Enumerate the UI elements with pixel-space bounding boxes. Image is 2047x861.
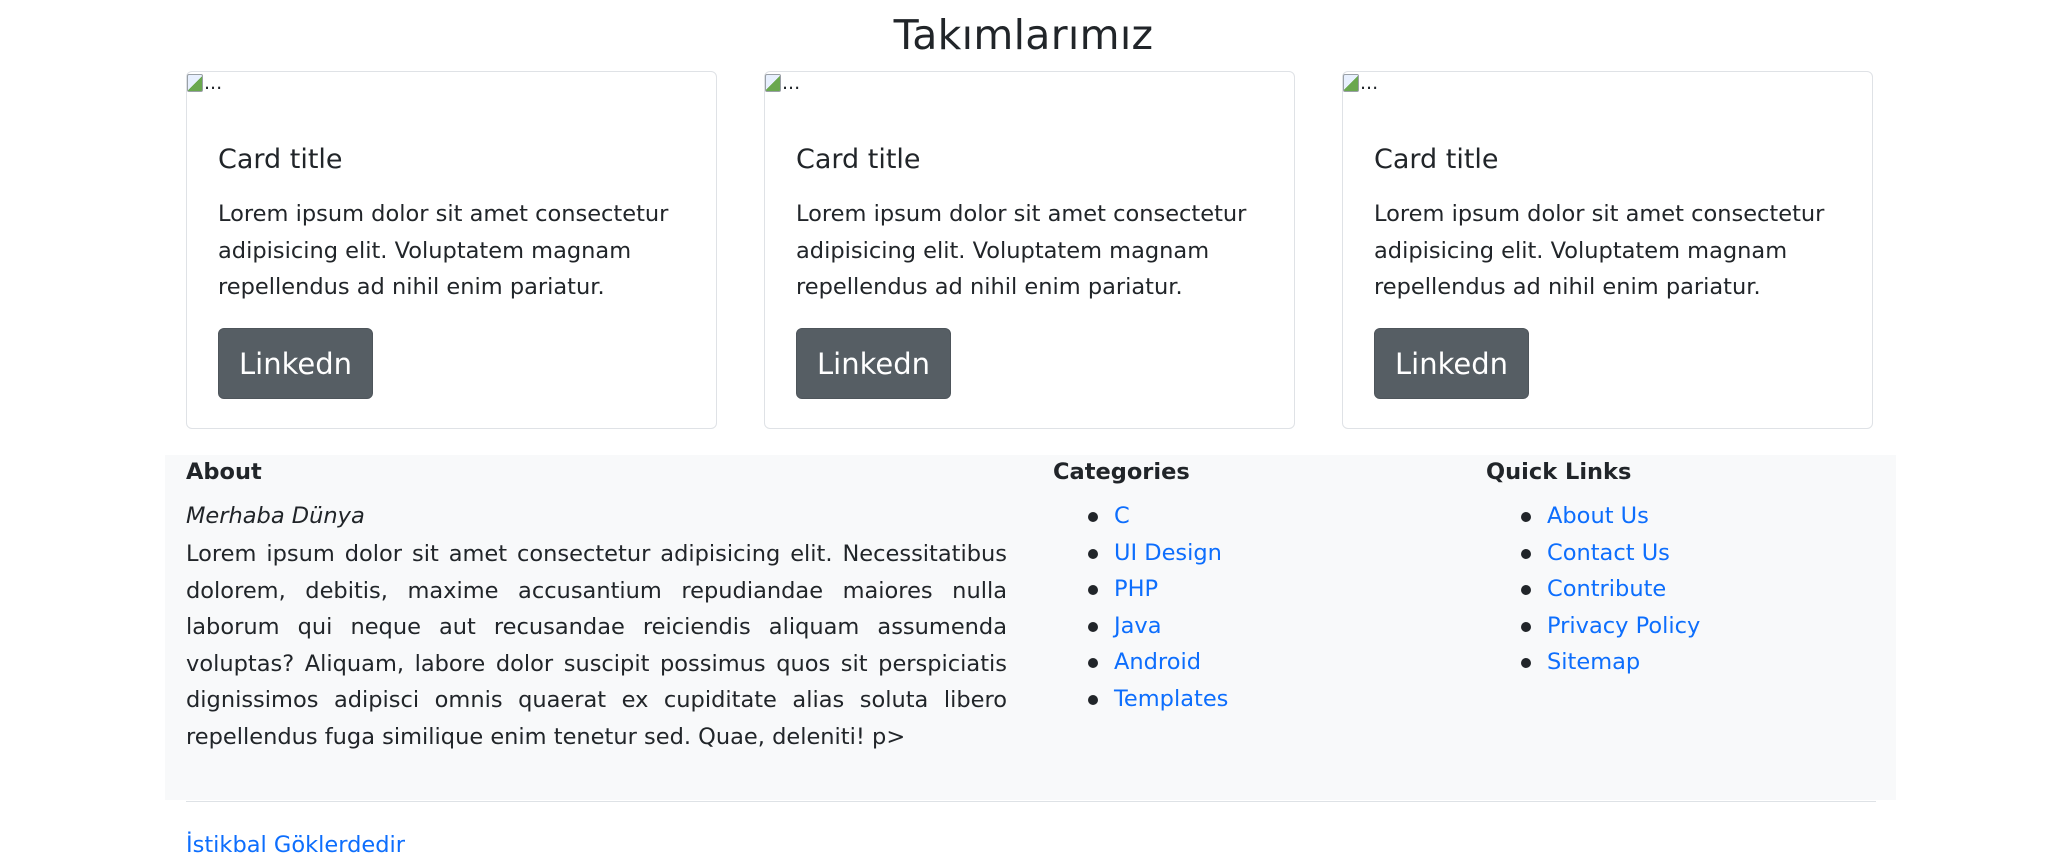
card-text: Lorem ipsum dolor sit amet consectetur a… — [796, 201, 1247, 300]
broken-image-icon — [765, 74, 781, 92]
about-us-link[interactable]: About Us — [1547, 503, 1649, 529]
card-title: Card title — [796, 144, 921, 175]
team-card: ... Card title Lorem ipsum dolor sit ame… — [1342, 71, 1873, 429]
broken-image-icon — [1343, 74, 1359, 92]
footer-divider — [186, 801, 1876, 802]
list-item: Sitemap — [1486, 644, 1700, 681]
card-text: Lorem ipsum dolor sit amet consectetur a… — [1374, 201, 1825, 300]
list-item: PHP — [1053, 571, 1228, 608]
team-card: ... Card title Lorem ipsum dolor sit ame… — [186, 71, 717, 429]
quick-links-list: About Us Contact Us Contribute Privacy P… — [1486, 498, 1700, 681]
category-link-templates[interactable]: Templates — [1114, 686, 1228, 712]
linkedin-button[interactable]: Linkedn — [1374, 328, 1529, 399]
card-text: Lorem ipsum dolor sit amet consectetur a… — [218, 201, 669, 300]
team-card: ... Card title Lorem ipsum dolor sit ame… — [764, 71, 1295, 429]
list-item: Privacy Policy — [1486, 608, 1700, 645]
list-item: Contribute — [1486, 571, 1700, 608]
team-cards: ... Card title Lorem ipsum dolor sit ame… — [186, 71, 1876, 431]
list-item: About Us — [1486, 498, 1700, 535]
page-title: Takımlarımız — [893, 11, 1154, 59]
contribute-link[interactable]: Contribute — [1547, 576, 1666, 602]
card-title: Card title — [1374, 144, 1499, 175]
list-item: Java — [1053, 608, 1228, 645]
category-link-php[interactable]: PHP — [1114, 576, 1158, 602]
card-image-alt: ... — [204, 72, 223, 94]
category-link-c[interactable]: C — [1114, 503, 1130, 529]
bottom-link[interactable]: İstikbal Göklerdedir — [186, 830, 405, 860]
card-image: ... — [1343, 72, 1403, 106]
list-item: Contact Us — [1486, 535, 1700, 572]
broken-image-icon — [187, 74, 203, 92]
linkedin-button[interactable]: Linkedn — [218, 328, 373, 399]
privacy-policy-link[interactable]: Privacy Policy — [1547, 613, 1700, 639]
card-title: Card title — [218, 144, 343, 175]
linkedin-button[interactable]: Linkedn — [796, 328, 951, 399]
card-image: ... — [765, 72, 825, 106]
contact-us-link[interactable]: Contact Us — [1547, 540, 1670, 566]
sitemap-link[interactable]: Sitemap — [1547, 649, 1640, 675]
about-greeting: Merhaba Dünya — [186, 503, 365, 529]
about-heading: About — [186, 459, 262, 485]
quick-links-heading: Quick Links — [1486, 459, 1632, 485]
category-link-ui-design[interactable]: UI Design — [1114, 540, 1222, 566]
about-text: Lorem ipsum dolor sit amet consectetur a… — [186, 541, 1007, 750]
categories-heading: Categories — [1053, 459, 1190, 485]
list-item: Android — [1053, 644, 1228, 681]
category-link-android[interactable]: Android — [1114, 649, 1201, 675]
category-link-java[interactable]: Java — [1114, 613, 1162, 639]
categories-list: C UI Design PHP Java Android Templates — [1053, 498, 1228, 717]
list-item: Templates — [1053, 681, 1228, 718]
card-image-alt: ... — [1360, 72, 1379, 94]
card-image: ... — [187, 72, 247, 106]
card-image-alt: ... — [782, 72, 801, 94]
list-item: C — [1053, 498, 1228, 535]
site-footer: About Merhaba Dünya Lorem ipsum dolor si… — [165, 455, 1896, 800]
list-item: UI Design — [1053, 535, 1228, 572]
